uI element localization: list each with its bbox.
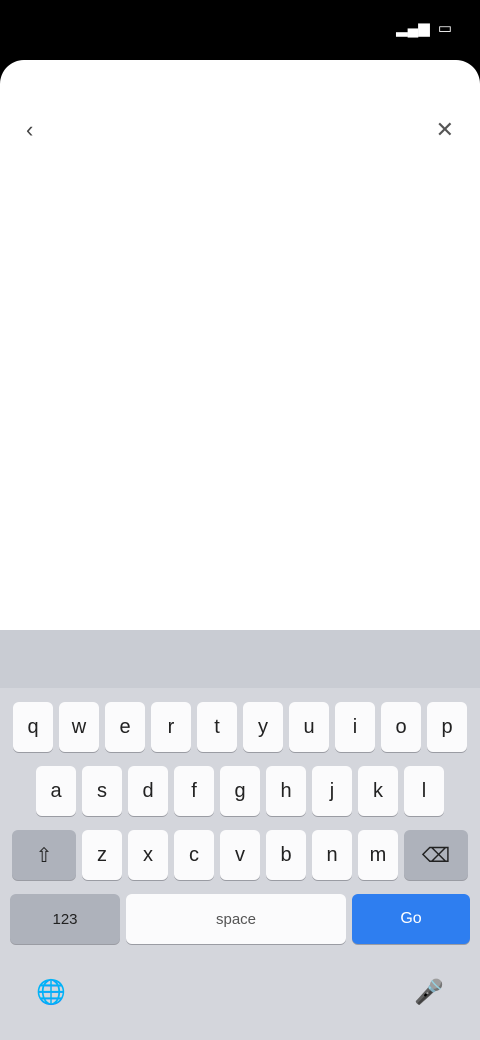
space-key[interactable]: space [126,894,346,944]
key-p[interactable]: p [427,702,467,752]
key-w[interactable]: w [59,702,99,752]
key-g[interactable]: g [220,766,260,816]
key-z[interactable]: z [82,830,122,880]
key-j[interactable]: j [312,766,352,816]
key-b[interactable]: b [266,830,306,880]
key-f[interactable]: f [174,766,214,816]
key-o[interactable]: o [381,702,421,752]
go-key[interactable]: Go [352,894,470,944]
key-e[interactable]: e [105,702,145,752]
keyboard-bottom-bar: 🌐 🎤 [0,962,480,1022]
microphone-icon[interactable]: 🎤 [414,978,444,1007]
key-m[interactable]: m [358,830,398,880]
signal-icon: ▂▄▆ [396,20,430,37]
on-screen-keyboard: q w e r t y u i o p a s d f g h j k l ⇧ … [0,630,480,1040]
suggestion-list [0,200,480,210]
backspace-key[interactable]: ⌫ [404,830,468,880]
bottom-sheet: ‹ ✕ [0,60,480,630]
key-k[interactable]: k [358,766,398,816]
key-d[interactable]: d [128,766,168,816]
close-icon[interactable]: ✕ [436,117,454,143]
key-r[interactable]: r [151,702,191,752]
keyboard-suggestion-bar[interactable] [0,630,480,688]
key-a[interactable]: a [36,766,76,816]
key-i[interactable]: i [335,702,375,752]
shift-key[interactable]: ⇧ [12,830,76,880]
key-n[interactable]: n [312,830,352,880]
battery-icon: ▭ [437,20,452,37]
key-row-1: q w e r t y u i o p [0,702,480,752]
key-v[interactable]: v [220,830,260,880]
key-l[interactable]: l [404,766,444,816]
key-row-2: a s d f g h j k l [0,766,480,816]
key-row-3: ⇧ z x c v b n m ⌫ [0,830,480,880]
back-button[interactable]: ‹ [26,117,51,143]
sheet-header: ‹ ✕ [0,60,480,200]
key-u[interactable]: u [289,702,329,752]
key-h[interactable]: h [266,766,306,816]
numbers-key[interactable]: 123 [10,894,120,944]
globe-icon[interactable]: 🌐 [36,978,66,1007]
status-bar: ▂▄▆ ▭ [0,0,480,56]
key-c[interactable]: c [174,830,214,880]
key-t[interactable]: t [197,702,237,752]
key-y[interactable]: y [243,702,283,752]
key-q[interactable]: q [13,702,53,752]
key-row-4: 123 space Go [0,894,480,944]
back-arrow-icon: ‹ [26,117,34,142]
key-s[interactable]: s [82,766,122,816]
key-x[interactable]: x [128,830,168,880]
status-icons: ▂▄▆ ▭ [396,19,452,37]
